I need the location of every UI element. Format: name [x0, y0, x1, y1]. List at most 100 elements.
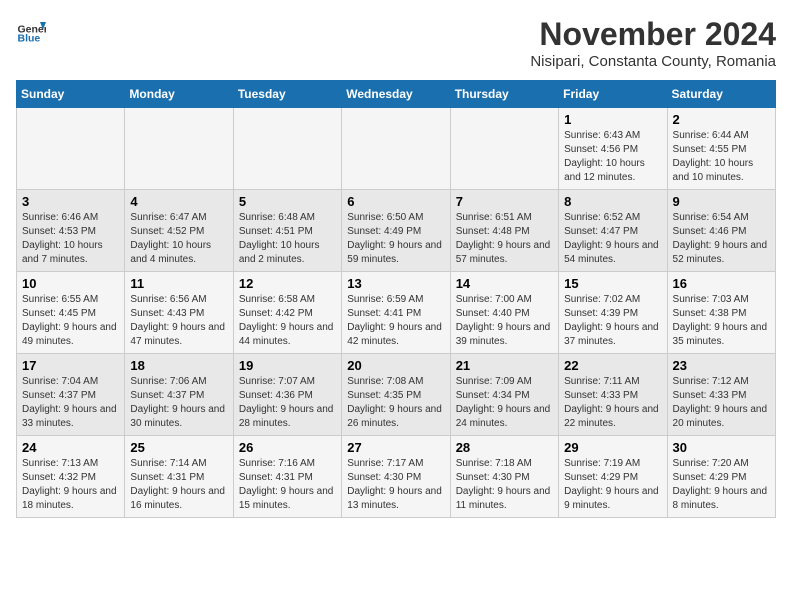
calendar-week-row: 10 Sunrise: 6:55 AMSunset: 4:45 PMDayligh… — [17, 272, 776, 354]
header-tuesday: Tuesday — [233, 81, 341, 108]
day-info: Sunrise: 7:14 AMSunset: 4:31 PMDaylight:… — [130, 457, 227, 513]
table-row: 3Sunrise: 6:46 AMSunset: 4:53 PMDaylight… — [17, 190, 125, 272]
day-info: Sunrise: 7:16 AMSunset: 4:31 PMDaylight:… — [239, 457, 336, 513]
calendar-week-row: 17 Sunrise: 7:04 AMSunset: 4:37 PMDayligh… — [17, 354, 776, 436]
day-info: Sunrise: 6:54 AMSunset: 4:46 PMDaylight:… — [673, 211, 770, 267]
day-number: 19 — [239, 358, 336, 373]
day-info: Sunrise: 7:09 AMSunset: 4:34 PMDaylight:… — [456, 375, 553, 431]
day-info: Sunrise: 6:59 AMSunset: 4:41 PMDaylight:… — [347, 293, 444, 349]
day-number: 4 — [130, 194, 227, 209]
day-info: Sunrise: 6:43 AMSunset: 4:56 PMDaylight:… — [564, 129, 661, 185]
day-number: 27 — [347, 440, 444, 455]
day-info: Sunrise: 7:12 AMSunset: 4:33 PMDaylight:… — [673, 375, 770, 431]
table-row: 19 Sunrise: 7:07 AMSunset: 4:36 PMDayligh… — [233, 354, 341, 436]
day-info: Sunrise: 7:17 AMSunset: 4:30 PMDaylight:… — [347, 457, 444, 513]
day-info: Sunrise: 7:03 AMSunset: 4:38 PMDaylight:… — [673, 293, 770, 349]
day-number: 26 — [239, 440, 336, 455]
weekday-header-row: Sunday Monday Tuesday Wednesday Thursday… — [17, 81, 776, 108]
day-info: Sunrise: 6:58 AMSunset: 4:42 PMDaylight:… — [239, 293, 336, 349]
day-info: Sunrise: 7:11 AMSunset: 4:33 PMDaylight:… — [564, 375, 661, 431]
title-area: November 2024 Nisipari, Constanta County… — [530, 16, 776, 70]
day-info: Sunrise: 6:52 AMSunset: 4:47 PMDaylight:… — [564, 211, 661, 267]
table-row: 21Sunrise: 7:09 AMSunset: 4:34 PMDayligh… — [450, 354, 558, 436]
table-row — [125, 108, 233, 190]
day-number: 13 — [347, 276, 444, 291]
day-info: Sunrise: 6:44 AMSunset: 4:55 PMDaylight:… — [673, 129, 770, 185]
day-info: Sunrise: 7:02 AMSunset: 4:39 PMDaylight:… — [564, 293, 661, 349]
day-info: Sunrise: 6:55 AMSunset: 4:45 PMDaylight:… — [22, 293, 119, 349]
day-info: Sunrise: 7:07 AMSunset: 4:36 PMDaylight:… — [239, 375, 336, 431]
day-number: 18 — [130, 358, 227, 373]
calendar-week-row: 24 Sunrise: 7:13 AMSunset: 4:32 PMDayligh… — [17, 436, 776, 518]
table-row: 1 Sunrise: 6:43 AMSunset: 4:56 PMDaylight… — [559, 108, 667, 190]
day-info: Sunrise: 7:19 AMSunset: 4:29 PMDaylight:… — [564, 457, 661, 513]
table-row — [17, 108, 125, 190]
table-row: 20Sunrise: 7:08 AMSunset: 4:35 PMDayligh… — [342, 354, 450, 436]
table-row: 7Sunrise: 6:51 AMSunset: 4:48 PMDaylight… — [450, 190, 558, 272]
table-row: 15 Sunrise: 7:02 AMSunset: 4:39 PMDayligh… — [559, 272, 667, 354]
table-row: 30 Sunrise: 7:20 AMSunset: 4:29 PMDayligh… — [667, 436, 775, 518]
day-number: 9 — [673, 194, 770, 209]
day-number: 6 — [347, 194, 444, 209]
table-row — [450, 108, 558, 190]
header-friday: Friday — [559, 81, 667, 108]
day-number: 8 — [564, 194, 661, 209]
table-row: 28Sunrise: 7:18 AMSunset: 4:30 PMDayligh… — [450, 436, 558, 518]
table-row: 10 Sunrise: 6:55 AMSunset: 4:45 PMDayligh… — [17, 272, 125, 354]
calendar-table: Sunday Monday Tuesday Wednesday Thursday… — [16, 80, 776, 518]
day-number: 1 — [564, 112, 661, 127]
header-wednesday: Wednesday — [342, 81, 450, 108]
day-number: 2 — [673, 112, 770, 127]
table-row: 17 Sunrise: 7:04 AMSunset: 4:37 PMDayligh… — [17, 354, 125, 436]
calendar-title: November 2024 — [530, 16, 776, 53]
calendar-week-row: 3Sunrise: 6:46 AMSunset: 4:53 PMDaylight… — [17, 190, 776, 272]
table-row: 18 Sunrise: 7:06 AMSunset: 4:37 PMDayligh… — [125, 354, 233, 436]
header-monday: Monday — [125, 81, 233, 108]
day-number: 30 — [673, 440, 770, 455]
table-row: 29 Sunrise: 7:19 AMSunset: 4:29 PMDayligh… — [559, 436, 667, 518]
day-info: Sunrise: 7:13 AMSunset: 4:32 PMDaylight:… — [22, 457, 119, 513]
day-number: 23 — [673, 358, 770, 373]
day-number: 28 — [456, 440, 553, 455]
svg-text:Blue: Blue — [18, 33, 41, 45]
table-row: 24 Sunrise: 7:13 AMSunset: 4:32 PMDayligh… — [17, 436, 125, 518]
calendar-week-row: 1 Sunrise: 6:43 AMSunset: 4:56 PMDaylight… — [17, 108, 776, 190]
day-info: Sunrise: 7:20 AMSunset: 4:29 PMDaylight:… — [673, 457, 770, 513]
day-number: 22 — [564, 358, 661, 373]
header-saturday: Saturday — [667, 81, 775, 108]
day-number: 15 — [564, 276, 661, 291]
day-info: Sunrise: 6:47 AMSunset: 4:52 PMDaylight:… — [130, 211, 227, 267]
day-number: 12 — [239, 276, 336, 291]
table-row — [233, 108, 341, 190]
logo-icon: General Blue — [16, 16, 46, 46]
table-row: 5 Sunrise: 6:48 AMSunset: 4:51 PMDaylight… — [233, 190, 341, 272]
table-row: 6 Sunrise: 6:50 AMSunset: 4:49 PMDaylight… — [342, 190, 450, 272]
day-info: Sunrise: 6:48 AMSunset: 4:51 PMDaylight:… — [239, 211, 336, 267]
table-row: 26 Sunrise: 7:16 AMSunset: 4:31 PMDayligh… — [233, 436, 341, 518]
table-row: 23 Sunrise: 7:12 AMSunset: 4:33 PMDayligh… — [667, 354, 775, 436]
day-info: Sunrise: 7:04 AMSunset: 4:37 PMDaylight:… — [22, 375, 119, 431]
day-number: 17 — [22, 358, 119, 373]
table-row: 14Sunrise: 7:00 AMSunset: 4:40 PMDayligh… — [450, 272, 558, 354]
day-number: 3 — [22, 194, 119, 209]
day-number: 14 — [456, 276, 553, 291]
day-number: 25 — [130, 440, 227, 455]
table-row: 4 Sunrise: 6:47 AMSunset: 4:52 PMDaylight… — [125, 190, 233, 272]
header-thursday: Thursday — [450, 81, 558, 108]
header-sunday: Sunday — [17, 81, 125, 108]
table-row: 25 Sunrise: 7:14 AMSunset: 4:31 PMDayligh… — [125, 436, 233, 518]
day-number: 5 — [239, 194, 336, 209]
table-row: 22 Sunrise: 7:11 AMSunset: 4:33 PMDayligh… — [559, 354, 667, 436]
day-number: 20 — [347, 358, 444, 373]
day-number: 7 — [456, 194, 553, 209]
table-row: 2 Sunrise: 6:44 AMSunset: 4:55 PMDaylight… — [667, 108, 775, 190]
day-info: Sunrise: 6:50 AMSunset: 4:49 PMDaylight:… — [347, 211, 444, 267]
day-number: 29 — [564, 440, 661, 455]
table-row: 16 Sunrise: 7:03 AMSunset: 4:38 PMDayligh… — [667, 272, 775, 354]
day-number: 16 — [673, 276, 770, 291]
day-info: Sunrise: 7:06 AMSunset: 4:37 PMDaylight:… — [130, 375, 227, 431]
day-info: Sunrise: 6:56 AMSunset: 4:43 PMDaylight:… — [130, 293, 227, 349]
day-number: 11 — [130, 276, 227, 291]
day-number: 10 — [22, 276, 119, 291]
day-number: 24 — [22, 440, 119, 455]
